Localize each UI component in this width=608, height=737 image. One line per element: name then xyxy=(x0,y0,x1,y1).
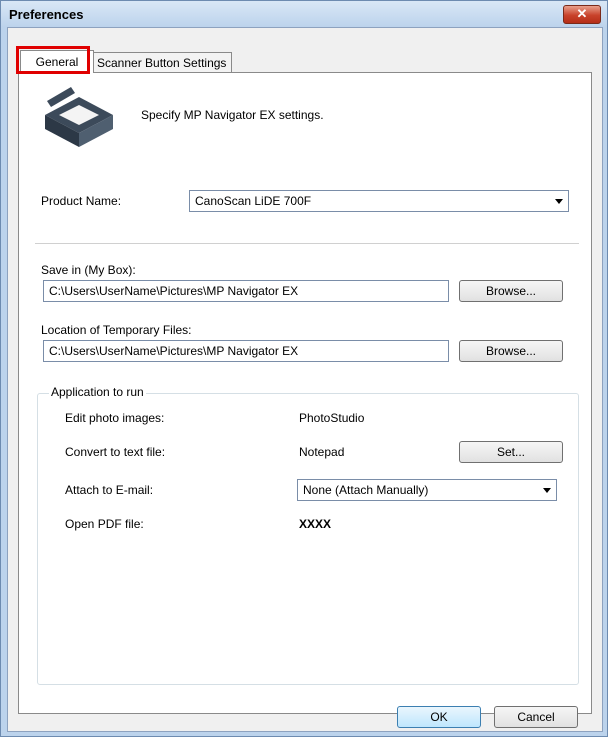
scanner-icon xyxy=(45,87,113,147)
save-in-browse-button[interactable]: Browse... xyxy=(459,280,563,302)
attach-email-combo[interactable]: None (Attach Manually) xyxy=(297,479,557,501)
attach-email-value: None (Attach Manually) xyxy=(303,483,429,497)
product-name-value: CanoScan LiDE 700F xyxy=(195,194,312,208)
set-button[interactable]: Set... xyxy=(459,441,563,463)
title-bar[interactable]: Preferences ✕ xyxy=(1,1,607,27)
chevron-down-icon xyxy=(555,199,563,204)
convert-text-label: Convert to text file: xyxy=(65,445,166,459)
save-in-label: Save in (My Box): xyxy=(41,263,136,277)
window-title: Preferences xyxy=(9,7,84,22)
convert-text-value: Notepad xyxy=(299,445,345,459)
preferences-window: Preferences ✕ Scanner Button Settings Ge… xyxy=(0,0,608,737)
header-description: Specify MP Navigator EX settings. xyxy=(141,108,324,122)
open-pdf-label: Open PDF file: xyxy=(65,517,144,531)
open-pdf-value: XXXX xyxy=(299,517,332,531)
save-in-value: C:\Users\UserName\Pictures\MP Navigator … xyxy=(49,284,299,298)
product-name-label: Product Name: xyxy=(41,194,122,208)
application-group xyxy=(37,393,579,685)
close-button[interactable]: ✕ xyxy=(563,5,601,24)
temp-files-value: C:\Users\UserName\Pictures\MP Navigator … xyxy=(49,344,299,358)
temp-files-label: Location of Temporary Files: xyxy=(41,323,192,337)
product-name-combo[interactable]: CanoScan LiDE 700F xyxy=(189,190,569,212)
tab-scanner-button-settings[interactable]: Scanner Button Settings xyxy=(91,52,233,73)
close-icon: ✕ xyxy=(576,6,588,21)
tab-highlight-frame xyxy=(16,46,90,74)
edit-photo-value: PhotoStudio xyxy=(299,411,365,425)
edit-photo-label: Edit photo images: xyxy=(65,411,165,425)
save-in-field[interactable]: C:\Users\UserName\Pictures\MP Navigator … xyxy=(43,280,449,302)
section-divider xyxy=(35,243,579,245)
temp-files-field[interactable]: C:\Users\UserName\Pictures\MP Navigator … xyxy=(43,340,449,362)
attach-email-label: Attach to E-mail: xyxy=(65,483,154,497)
temp-files-browse-button[interactable]: Browse... xyxy=(459,340,563,362)
application-group-label: Application to run xyxy=(49,385,146,399)
chevron-down-icon xyxy=(543,488,551,493)
ok-button[interactable]: OK xyxy=(397,706,481,728)
cancel-button[interactable]: Cancel xyxy=(494,706,578,728)
